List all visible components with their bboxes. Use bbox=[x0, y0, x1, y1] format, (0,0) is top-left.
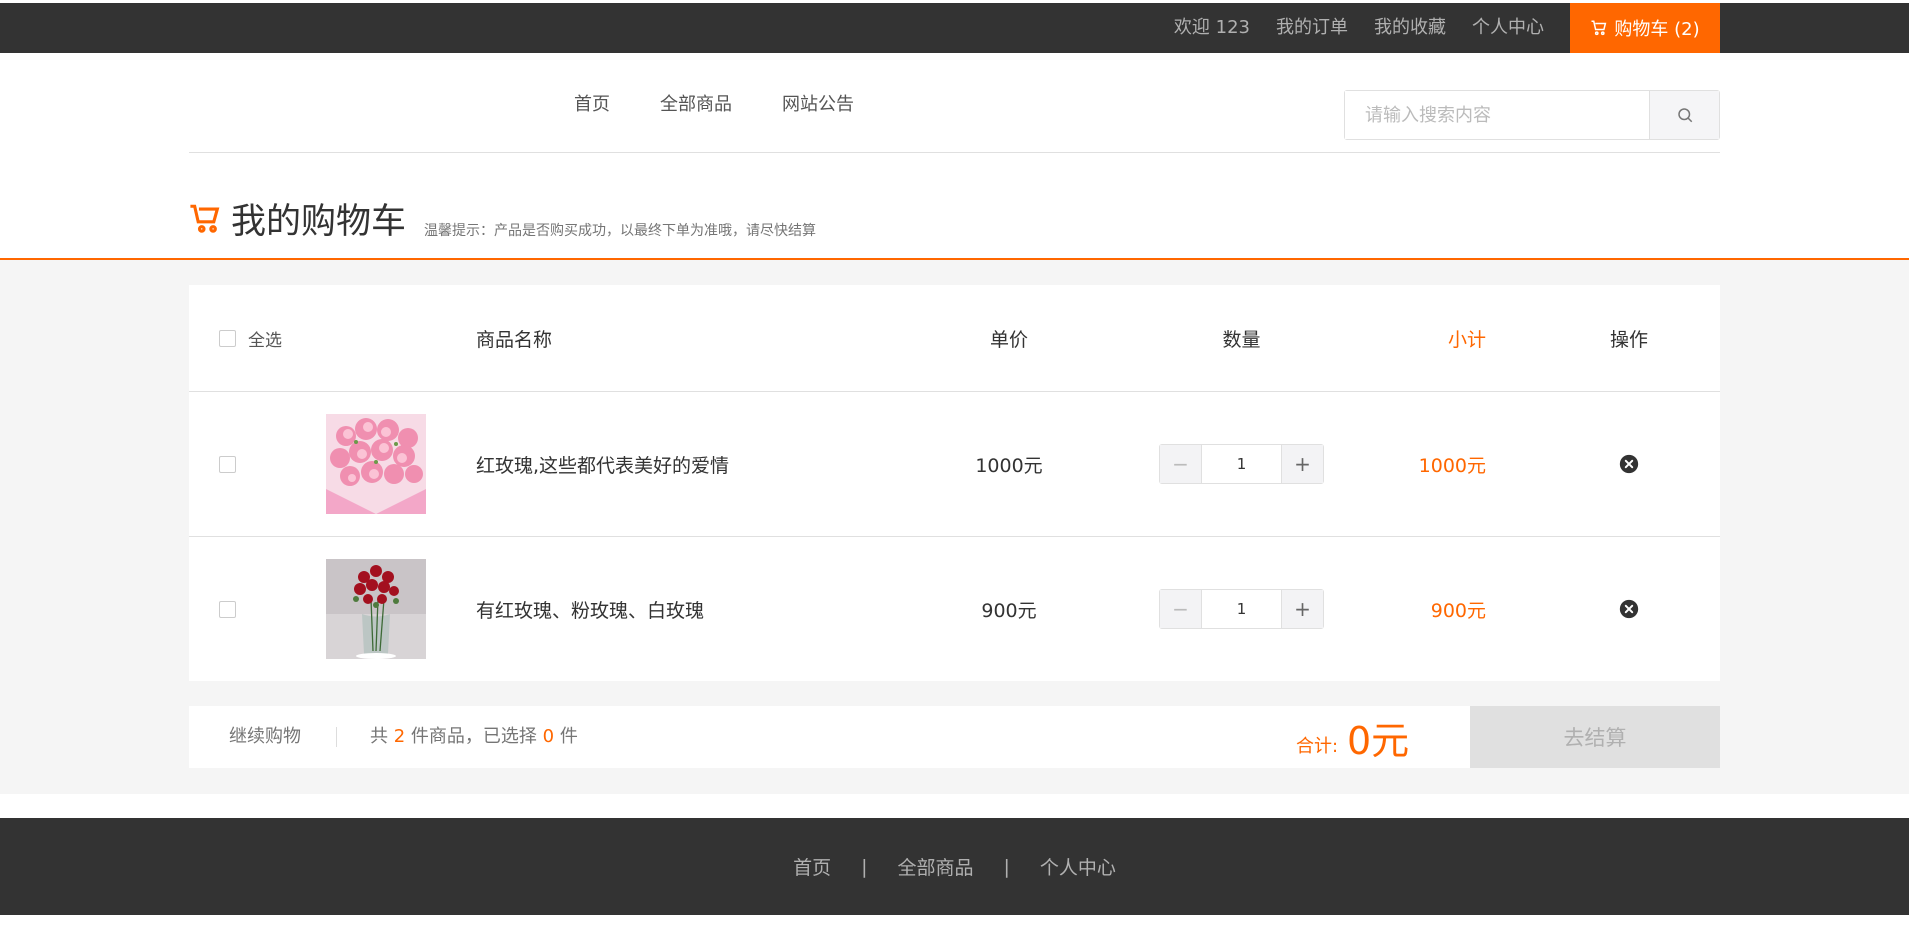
product-image-cell bbox=[326, 537, 426, 681]
top-bar: 欢迎 123 我的订单 我的收藏 个人中心 购物车 (2) bbox=[0, 3, 1909, 53]
total-label: 合计: bbox=[1296, 736, 1339, 757]
nav-home[interactable]: 首页 bbox=[574, 90, 610, 116]
continue-shopping-link[interactable]: 继续购物 bbox=[229, 706, 301, 768]
top-bar-links: 欢迎 123 我的订单 我的收藏 个人中心 购物车 (2) bbox=[1148, 3, 1720, 53]
product-image[interactable] bbox=[326, 559, 426, 659]
product-subtotal: 900元 bbox=[1430, 599, 1486, 622]
count-mid: 件商品，已选择 bbox=[410, 726, 537, 747]
select-all: 全选 bbox=[219, 285, 282, 391]
footer: 首页 | 全部商品 | 个人中心 bbox=[0, 818, 1909, 915]
nav-all-products[interactable]: 全部商品 bbox=[660, 90, 732, 116]
quantity-cell: − 1 + bbox=[1159, 537, 1324, 681]
remove-icon[interactable] bbox=[1618, 453, 1640, 475]
quantity-input[interactable]: 1 bbox=[1202, 445, 1281, 483]
checkout-button[interactable]: 去结算 bbox=[1470, 706, 1720, 768]
cart-button-label: 购物车 (2) bbox=[1614, 19, 1700, 40]
welcome-user[interactable]: 欢迎 123 bbox=[1174, 3, 1250, 53]
row-select bbox=[219, 392, 236, 536]
footer-home-link[interactable]: 首页 bbox=[793, 853, 831, 880]
product-image[interactable] bbox=[326, 414, 426, 514]
search-box bbox=[1344, 90, 1720, 140]
my-favorites-link[interactable]: 我的收藏 bbox=[1374, 3, 1446, 53]
item-count: 共 2 件商品，已选择 0 件 bbox=[370, 706, 578, 768]
total-count: 2 bbox=[393, 726, 406, 747]
product-price: 1000元 bbox=[975, 454, 1043, 477]
row-select bbox=[219, 537, 236, 681]
action-cell bbox=[1579, 537, 1679, 681]
total-value: 0元 bbox=[1347, 719, 1410, 763]
count-suffix: 件 bbox=[559, 726, 578, 747]
nav-announcements[interactable]: 网站公告 bbox=[782, 90, 854, 116]
select-all-checkbox[interactable] bbox=[219, 329, 236, 347]
product-subtotal: 1000元 bbox=[1418, 454, 1486, 477]
col-subtotal-header: 小计 bbox=[1447, 328, 1486, 351]
remove-icon[interactable] bbox=[1618, 598, 1640, 620]
page-title-area: 我的购物车 温馨提示：产品是否购买成功，以最终下单为准哦，请尽快结算 bbox=[189, 190, 816, 260]
page-tip: 温馨提示：产品是否购买成功，以最终下单为准哦，请尽快结算 bbox=[424, 223, 817, 239]
header: 首页 全部商品 网站公告 bbox=[189, 53, 1720, 153]
col-action-header: 操作 bbox=[1609, 328, 1648, 351]
table-header: 全选 商品名称 单价 数量 小计 操作 bbox=[189, 285, 1720, 392]
decrease-button[interactable]: − bbox=[1160, 590, 1202, 628]
search-input[interactable] bbox=[1345, 91, 1649, 139]
table-row: 有红玫瑰、粉玫瑰、白玫瑰 900元 − 1 + 900元 bbox=[189, 537, 1720, 681]
quantity-input[interactable]: 1 bbox=[1202, 590, 1281, 628]
increase-button[interactable]: + bbox=[1281, 590, 1323, 628]
quantity-cell: − 1 + bbox=[1159, 392, 1324, 536]
table-row: 红玫瑰,这些都代表美好的爱情 1000元 − 1 + 1000元 bbox=[189, 392, 1720, 537]
col-price-header: 单价 bbox=[989, 328, 1028, 351]
selected-count: 0 bbox=[542, 726, 555, 747]
select-all-label[interactable]: 全选 bbox=[248, 326, 282, 351]
footer-separator: | bbox=[1003, 855, 1010, 878]
footer-separator: | bbox=[861, 855, 868, 878]
row-checkbox[interactable] bbox=[219, 455, 236, 473]
product-price: 900元 bbox=[981, 599, 1037, 622]
cart-icon bbox=[1591, 20, 1607, 36]
cart-title-icon bbox=[190, 204, 220, 233]
quantity-stepper: − 1 + bbox=[1159, 589, 1324, 629]
row-checkbox[interactable] bbox=[219, 600, 236, 618]
footer-profile-link[interactable]: 个人中心 bbox=[1040, 853, 1116, 880]
cart-table: 全选 商品名称 单价 数量 小计 操作 红玫瑰,这些都代表美好的爱情 1000元… bbox=[189, 285, 1720, 681]
cart-button[interactable]: 购物车 (2) bbox=[1570, 3, 1720, 53]
action-cell bbox=[1579, 392, 1679, 536]
search-icon bbox=[1677, 108, 1692, 123]
quantity-stepper: − 1 + bbox=[1159, 444, 1324, 484]
product-name[interactable]: 有红玫瑰、粉玫瑰、白玫瑰 bbox=[476, 537, 704, 681]
increase-button[interactable]: + bbox=[1281, 445, 1323, 483]
count-prefix: 共 bbox=[370, 726, 388, 747]
footer-all-products-link[interactable]: 全部商品 bbox=[897, 853, 973, 880]
summary-divider bbox=[336, 727, 337, 747]
main-nav: 首页 全部商品 网站公告 bbox=[574, 53, 854, 153]
col-qty-header: 数量 bbox=[1222, 328, 1261, 351]
search-button[interactable] bbox=[1649, 91, 1719, 139]
page-title: 我的购物车 bbox=[231, 202, 407, 242]
product-image-cell bbox=[326, 392, 426, 536]
decrease-button[interactable]: − bbox=[1160, 445, 1202, 483]
product-name[interactable]: 红玫瑰,这些都代表美好的爱情 bbox=[476, 392, 729, 536]
cart-summary: 继续购物 共 2 件商品，已选择 0 件 合计: 0元 去结算 bbox=[189, 706, 1720, 768]
profile-link[interactable]: 个人中心 bbox=[1472, 3, 1544, 53]
my-orders-link[interactable]: 我的订单 bbox=[1276, 3, 1348, 53]
col-name-header: 商品名称 bbox=[476, 328, 553, 351]
